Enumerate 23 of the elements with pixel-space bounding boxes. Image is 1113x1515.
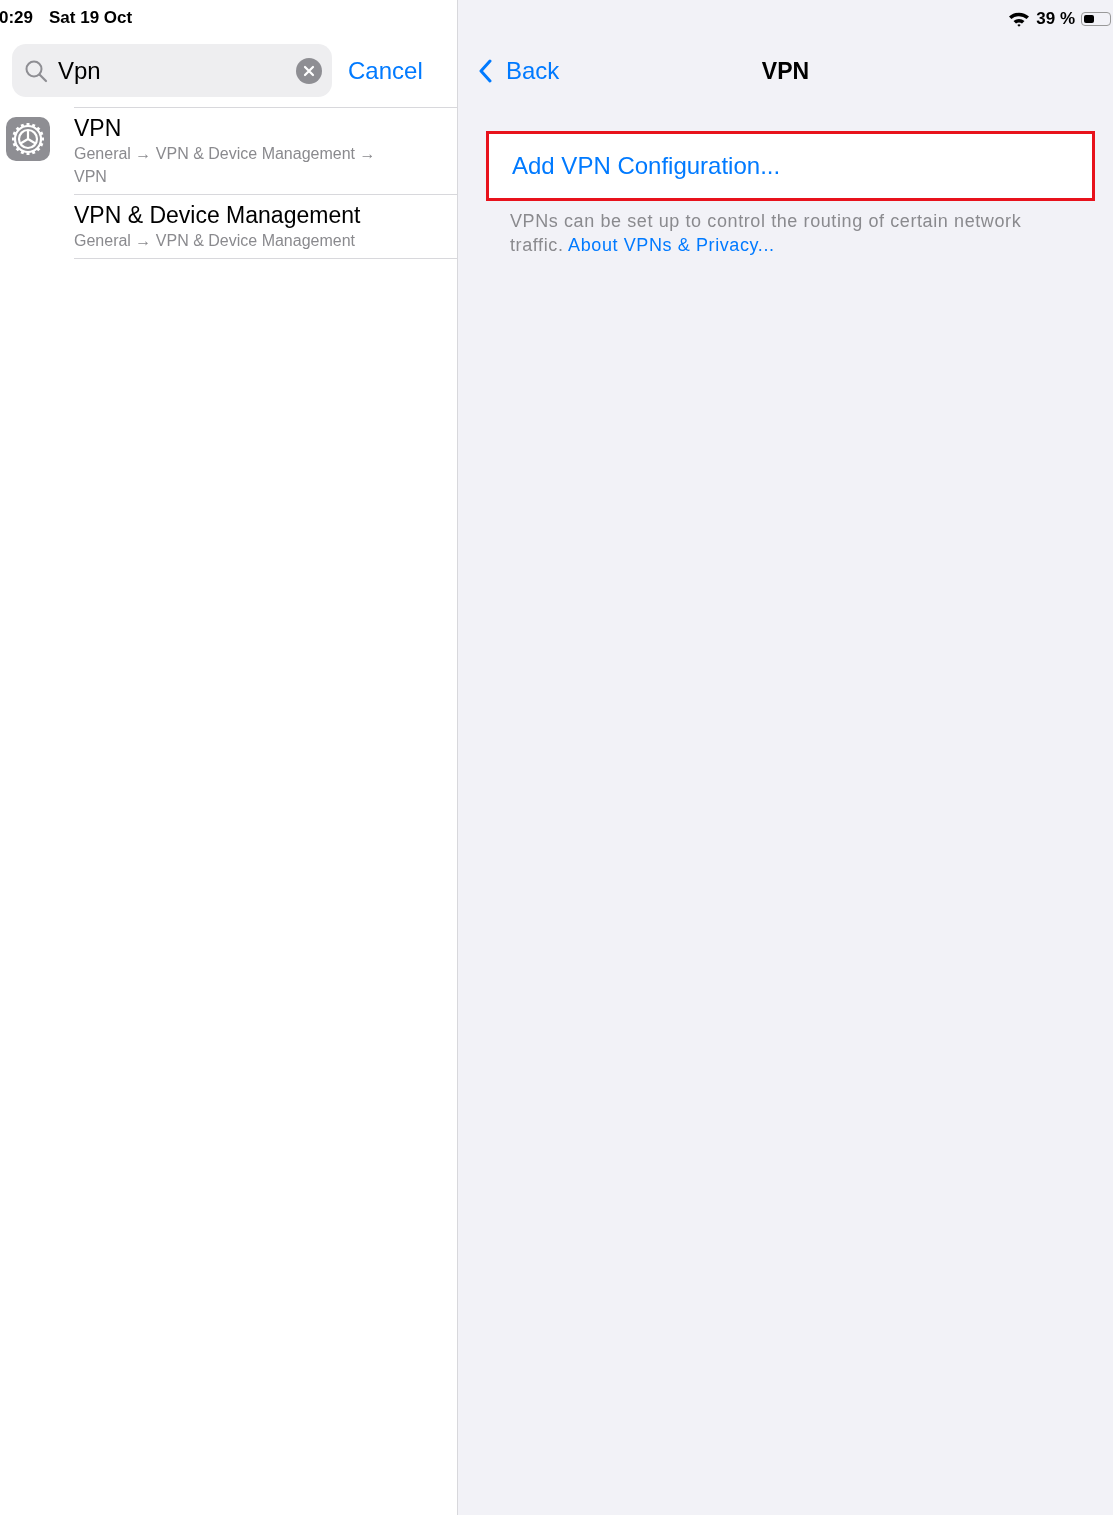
footer-text: VPNs can be set up to control the routing of certain network traffic. About VPNs & Privacy... — [510, 210, 1023, 257]
status-time: 0:29 — [0, 8, 34, 28]
battery-percentage: 39 % — [1036, 9, 1075, 29]
chevron-icon — [478, 59, 492, 83]
result-path: General → VPN & Device Management — [74, 231, 356, 251]
cancel-button[interactable]: Cancel — [348, 56, 423, 85]
battery-icon — [1081, 12, 1111, 26]
page-title: VPN — [761, 57, 810, 85]
search-result[interactable]: VPN General → VPN & Device Management → VPN — [0, 107, 457, 194]
result-title: VPN — [74, 114, 123, 142]
back-button[interactable]: Back — [478, 57, 560, 85]
status-date: Sat 19 Oct — [49, 8, 133, 28]
search-field[interactable]: Vpn — [12, 44, 332, 97]
search-result[interactable]: VPN & Device Management General → VPN & Device Management — [0, 194, 457, 259]
gear-icon — [6, 117, 50, 161]
result-title: VPN & Device Management — [74, 201, 362, 229]
clear-icon[interactable] — [296, 57, 322, 84]
search-icon — [24, 58, 48, 83]
privacy-link[interactable]: About VPNs & Privacy... — [568, 235, 775, 255]
wifi-icon — [1008, 11, 1031, 27]
search-query: Vpn — [58, 56, 102, 85]
add-vpn-configuration-row[interactable]: Add VPN Configuration... — [486, 131, 1095, 201]
result-path: General → VPN & Device Management → VPN — [74, 144, 377, 187]
